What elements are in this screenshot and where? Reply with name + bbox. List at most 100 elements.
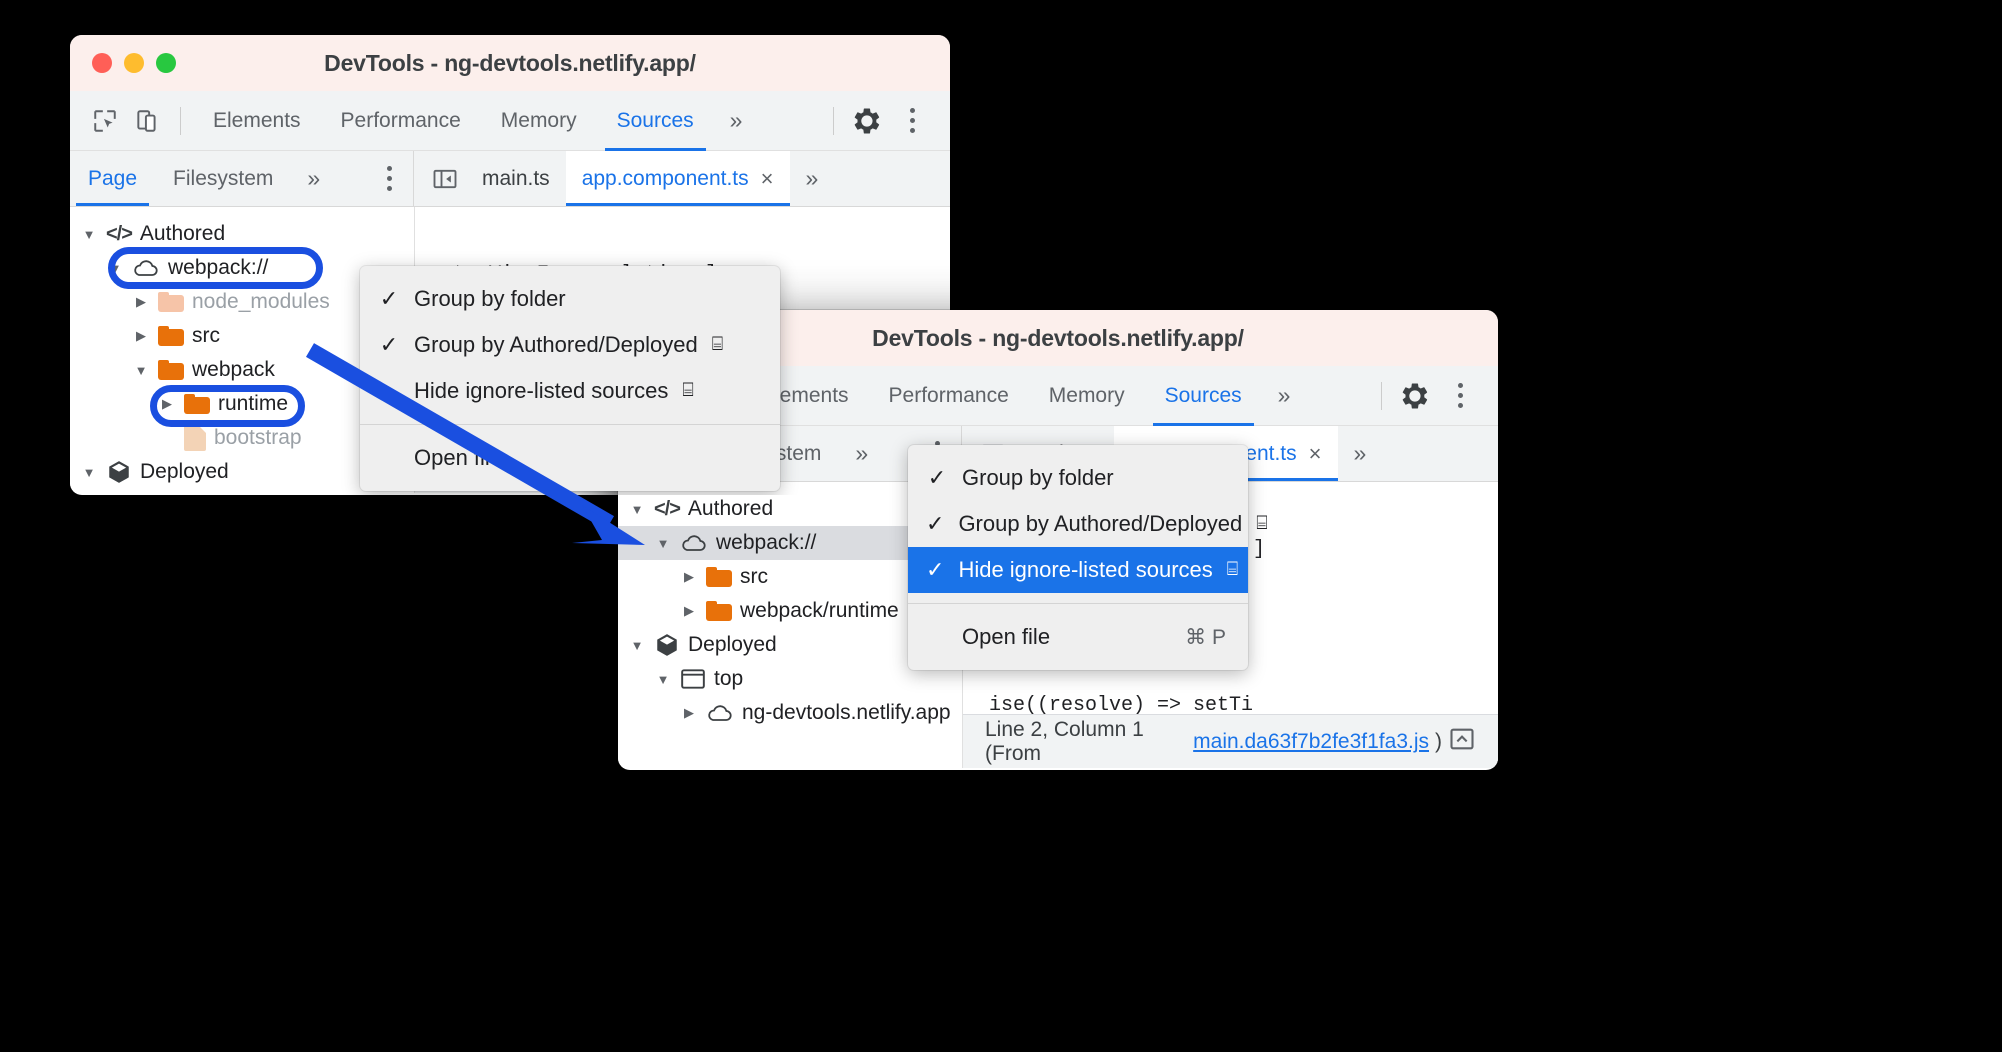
- menu-item-hide-ignore-listed-sources[interactable]: ✓ Hide ignore-listed sources ⌸: [908, 547, 1248, 593]
- menu-item-label: Group by folder: [414, 286, 566, 311]
- close-window-button[interactable]: [92, 53, 112, 73]
- tab-sources[interactable]: Sources: [1145, 366, 1262, 426]
- cube-icon: [106, 459, 132, 485]
- devtools-more-options-icon[interactable]: [888, 108, 936, 133]
- status-source-link[interactable]: main.da63f7b2fe3f1fa3.js: [1193, 730, 1429, 754]
- tab-sources[interactable]: Sources: [597, 91, 714, 151]
- navigator-context-menu-front[interactable]: ✓ Group by folder ✓ Group by Authored/De…: [908, 445, 1268, 670]
- menu-item-open-file[interactable]: Open file ⌘ P: [908, 614, 1248, 660]
- menu-item-label: Open file: [414, 445, 503, 470]
- inspect-element-icon[interactable]: [84, 100, 126, 142]
- tab-performance[interactable]: Performance: [869, 366, 1029, 426]
- tree-row-ng-devtools-netlify-app[interactable]: ng-devtools.netlify.app: [618, 696, 962, 730]
- tab-memory[interactable]: Memory: [481, 91, 597, 151]
- menu-item-label: Hide ignore-listed sources: [958, 557, 1213, 582]
- tab-performance[interactable]: Performance: [321, 91, 481, 151]
- expand-triangle-icon[interactable]: [158, 396, 176, 412]
- expand-triangle-icon[interactable]: [132, 363, 150, 378]
- tab-elements[interactable]: Elements: [193, 91, 321, 151]
- code-icon: </>: [106, 222, 133, 245]
- expand-triangle-icon[interactable]: [628, 638, 646, 653]
- editor-tab-main-ts[interactable]: main.ts: [466, 151, 566, 206]
- menu-separator: [360, 424, 780, 425]
- devtools-main-toolbar-back[interactable]: Elements Performance Memory Sources »: [70, 91, 950, 151]
- menu-item-shortcut: ⌘ P: [1185, 625, 1226, 649]
- tab-memory[interactable]: Memory: [1029, 366, 1145, 426]
- show-drawer-icon[interactable]: [1448, 725, 1476, 759]
- more-tabs-chevron-icon[interactable]: »: [1262, 382, 1307, 409]
- toolbar-right-group: [821, 100, 936, 142]
- tree-row-authored[interactable]: </> Authored: [70, 217, 414, 251]
- tree-row-label: src: [740, 565, 768, 588]
- traffic-lights-back[interactable]: [92, 53, 176, 73]
- device-toolbar-icon[interactable]: [126, 100, 168, 142]
- toolbar-right-group: [1369, 375, 1484, 417]
- settings-gear-icon[interactable]: [846, 100, 888, 142]
- expand-triangle-icon[interactable]: [106, 261, 124, 276]
- minimize-window-button[interactable]: [124, 53, 144, 73]
- status-bar-front: Line 2, Column 1 (From main.da63f7b2fe3f…: [963, 714, 1498, 768]
- screenshot-stage: DevTools - ng-devtools.netlify.app/ Elem…: [0, 0, 2002, 1052]
- menu-item-hide-ignore-listed-sources[interactable]: Hide ignore-listed sources ⌸: [360, 368, 780, 414]
- close-icon[interactable]: ×: [761, 166, 774, 192]
- ignore-list-marker-icon: ⌸: [1256, 513, 1268, 534]
- expand-triangle-icon[interactable]: [80, 227, 98, 242]
- close-icon[interactable]: ×: [1309, 441, 1322, 467]
- tree-row-label: node_modules: [192, 290, 330, 313]
- menu-item-group-by-folder[interactable]: ✓ Group by folder: [908, 455, 1248, 501]
- menu-item-label: Group by folder: [962, 465, 1114, 490]
- expand-triangle-icon[interactable]: [628, 502, 646, 517]
- nav-tab-page[interactable]: Page: [70, 151, 155, 206]
- tree-row-label: webpack://: [716, 531, 817, 554]
- nav-tab-filesystem[interactable]: Filesystem: [155, 151, 291, 206]
- editor-tabs-more-chevron-icon[interactable]: »: [1338, 440, 1383, 467]
- menu-item-open-file[interactable]: Open file: [360, 435, 780, 481]
- check-icon: ✓: [926, 557, 945, 582]
- maximize-window-button[interactable]: [156, 53, 176, 73]
- tree-row-label: Deployed: [688, 633, 777, 656]
- menu-item-group-by-authored-deployed[interactable]: ✓ Group by Authored/Deployed ⌸: [360, 322, 780, 368]
- tree-row-label: Authored: [687, 497, 774, 520]
- expand-triangle-icon[interactable]: [132, 328, 150, 344]
- expand-triangle-icon[interactable]: [132, 294, 150, 310]
- tree-row-label: src: [192, 324, 220, 347]
- navigator-more-options-icon[interactable]: [365, 166, 413, 191]
- toolbar-divider-right: [1381, 381, 1382, 410]
- check-icon: ✓: [379, 332, 399, 357]
- toolbar-divider-right: [833, 106, 834, 135]
- folder-icon: [706, 567, 732, 587]
- tree-row-label: webpack/runtime: [740, 599, 899, 622]
- expand-triangle-icon[interactable]: [654, 672, 672, 687]
- menu-item-group-by-folder[interactable]: ✓ Group by folder: [360, 276, 780, 322]
- cloud-icon: [680, 533, 708, 553]
- toolbar-divider: [180, 106, 181, 135]
- code-icon: </>: [654, 497, 681, 520]
- navigator-more-chevron-icon[interactable]: »: [291, 165, 336, 192]
- editor-tabs-back[interactable]: main.ts app.component.ts × »: [414, 151, 950, 206]
- navigator-context-menu-back[interactable]: ✓ Group by folder ✓ Group by Authored/De…: [360, 266, 780, 491]
- editor-tab-label: main.ts: [482, 166, 550, 190]
- editor-tab-app-component-ts[interactable]: app.component.ts ×: [565, 151, 790, 206]
- expand-triangle-icon[interactable]: [680, 705, 698, 721]
- folder-icon: [158, 292, 184, 312]
- tree-row-label: webpack://: [168, 256, 269, 279]
- settings-gear-icon[interactable]: [1394, 375, 1436, 417]
- folder-icon: [184, 394, 210, 414]
- more-tabs-chevron-icon[interactable]: »: [714, 107, 759, 134]
- cloud-icon: [132, 258, 160, 278]
- expand-triangle-icon[interactable]: [680, 569, 698, 585]
- tree-row-label: bootstrap: [214, 426, 302, 449]
- menu-item-label: Group by Authored/Deployed: [414, 332, 698, 357]
- folder-icon: [158, 360, 184, 380]
- navigator-more-chevron-icon[interactable]: »: [839, 440, 884, 467]
- expand-triangle-icon[interactable]: [680, 603, 698, 619]
- navigator-toolbar-back[interactable]: Page Filesystem » main.ts app.component.…: [70, 151, 950, 207]
- editor-tabs-more-chevron-icon[interactable]: »: [790, 165, 835, 192]
- check-icon: ✓: [927, 465, 947, 490]
- expand-triangle-icon[interactable]: [654, 536, 672, 551]
- navigator-tabs-back[interactable]: Page Filesystem »: [70, 151, 414, 206]
- toggle-navigator-panel-icon[interactable]: [424, 158, 466, 200]
- expand-triangle-icon[interactable]: [80, 465, 98, 480]
- devtools-more-options-icon[interactable]: [1436, 383, 1484, 408]
- menu-item-group-by-authored-deployed[interactable]: ✓ Group by Authored/Deployed ⌸: [908, 501, 1268, 547]
